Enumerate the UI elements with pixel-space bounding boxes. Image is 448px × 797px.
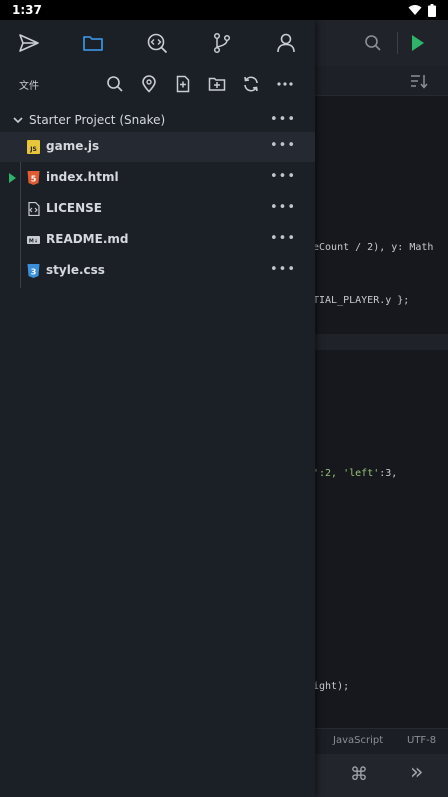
file-row-license[interactable]: LICENSE •••	[0, 194, 315, 224]
search-icon[interactable]	[364, 34, 382, 52]
system-status-bar: 1:37	[0, 0, 448, 20]
html-file-icon: 5	[27, 171, 40, 185]
forward-icon[interactable]: »	[410, 760, 423, 785]
license-file-icon	[28, 202, 40, 216]
sort-icon[interactable]	[410, 73, 428, 89]
js-icon-label: JS	[29, 146, 37, 153]
file-panel-title: 文件	[19, 81, 39, 92]
file-row-style-css[interactable]: 3 style.css •••	[0, 256, 315, 286]
file-name: README.md	[46, 232, 129, 246]
markdown-file-icon: M↓	[27, 236, 40, 245]
code-token: :3,	[379, 468, 398, 479]
toolbar-divider	[397, 32, 398, 54]
battery-icon	[428, 3, 436, 17]
file-name: style.css	[46, 263, 105, 277]
more-icon[interactable]: •••	[270, 138, 296, 153]
new-file-icon[interactable]	[174, 75, 192, 93]
code-line: TIAL_PLAYER.y };	[313, 295, 410, 306]
code-line: ':2, 'left':3,	[313, 468, 397, 479]
system-icons	[408, 3, 436, 17]
file-panel-toolbar: 文件	[0, 70, 315, 98]
file-row-game-js[interactable]: JS game.js •••	[0, 132, 315, 162]
run-indicator-icon[interactable]	[9, 173, 16, 183]
encoding[interactable]: UTF-8	[407, 735, 436, 746]
file-row-readme-md[interactable]: M↓ README.md •••	[0, 225, 315, 255]
file-name: index.html	[46, 170, 119, 184]
css-icon-label: 3	[31, 268, 37, 277]
more-icon[interactable]: •••	[270, 112, 296, 127]
file-drawer: 文件 Starter Project (Snake) ••• JS game.j…	[0, 20, 315, 797]
more-icon[interactable]: •••	[270, 262, 296, 277]
more-icon[interactable]: •••	[270, 200, 296, 215]
html-icon-label: 5	[31, 175, 37, 184]
command-icon[interactable]: ⌘	[350, 764, 368, 785]
file-row-index-html[interactable]: 5 index.html •••	[0, 163, 315, 193]
run-icon[interactable]	[410, 34, 426, 52]
code-token: 'left'	[343, 468, 380, 479]
js-file-icon: JS	[27, 140, 40, 154]
refresh-icon[interactable]	[242, 75, 260, 93]
wifi-icon	[408, 5, 422, 15]
folder-icon[interactable]	[82, 32, 104, 54]
more-icon[interactable]	[276, 75, 294, 93]
css-file-icon: 3	[27, 264, 40, 278]
git-branch-icon[interactable]	[211, 32, 233, 54]
project-folder[interactable]: Starter Project (Snake) •••	[0, 108, 315, 134]
send-icon[interactable]	[18, 32, 40, 54]
code-token: ':2,	[313, 468, 344, 479]
more-icon[interactable]: •••	[270, 231, 296, 246]
location-pin-icon[interactable]	[140, 75, 158, 93]
file-name: game.js	[46, 139, 100, 153]
clock: 1:37	[12, 3, 42, 17]
search-icon[interactable]	[106, 75, 124, 93]
language-mode[interactable]: JavaScript	[333, 735, 383, 746]
code-search-icon[interactable]	[146, 32, 168, 54]
file-name: LICENSE	[46, 201, 102, 215]
new-folder-icon[interactable]	[208, 75, 226, 93]
markdown-icon-label: M↓	[29, 239, 38, 245]
code-line: eCount / 2), y: Math	[313, 242, 434, 253]
code-line: ight);	[313, 681, 350, 692]
chevron-down-icon	[13, 117, 23, 124]
drawer-nav	[0, 20, 315, 66]
project-name: Starter Project (Snake)	[29, 113, 166, 127]
more-icon[interactable]: •••	[270, 169, 296, 184]
user-icon[interactable]	[275, 32, 297, 54]
